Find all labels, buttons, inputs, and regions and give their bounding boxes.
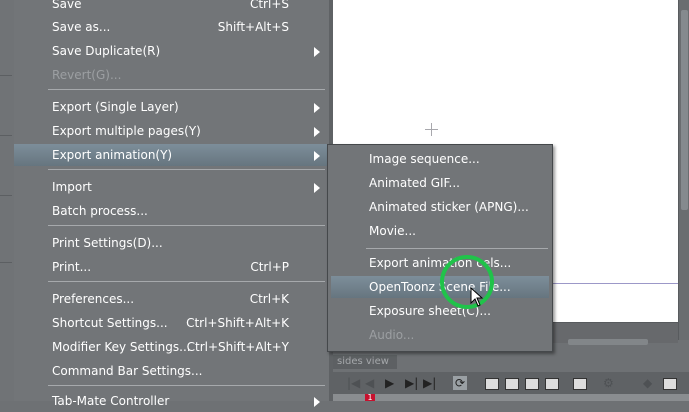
last-frame-icon[interactable]: ▶|: [423, 376, 436, 390]
menu-item-label: Tab-Mate Controller: [52, 394, 170, 408]
file-menu: Save Ctrl+S Save as... Shift+Alt+S Save …: [14, 0, 329, 408]
play-icon[interactable]: ▶: [385, 376, 394, 390]
menu-item-modifier-key-settings[interactable]: Modifier Key Settings... Ctrl+Shift+Alt+…: [14, 336, 329, 358]
loop-icon[interactable]: ⟳: [453, 376, 468, 390]
menu-item-label: Save Duplicate(R): [52, 44, 161, 58]
menu-item-export-multiple-pages[interactable]: Export multiple pages(Y): [14, 120, 329, 142]
menu-item-label: Export (Single Layer): [52, 100, 179, 114]
submenu-item-animated-gif[interactable]: Animated GIF...: [328, 172, 550, 194]
scrollbar-thumb[interactable]: [568, 339, 648, 345]
menu-item-shortcut: Shift+Alt+S: [217, 20, 289, 34]
export-animation-submenu: Image sequence... Animated GIF... Animat…: [327, 144, 553, 352]
diamond-icon[interactable]: ◆: [643, 376, 652, 390]
menu-item-label: Print...: [52, 260, 92, 274]
new-cel-icon[interactable]: [485, 378, 499, 390]
settings-icon[interactable]: ⚙: [603, 376, 614, 390]
timeline-panel-label: sides view: [333, 355, 397, 369]
menu-item-label: Save: [52, 0, 82, 11]
canvas-boundary-line: [533, 283, 678, 284]
submenu-item-exposure-sheet[interactable]: Exposure sheet(C)...: [328, 300, 550, 322]
menu-item-revert: Revert(G)...: [14, 64, 329, 86]
prev-frame-icon[interactable]: ◀: [365, 376, 374, 390]
submenu-item-image-sequence[interactable]: Image sequence...: [328, 148, 550, 170]
menu-item-label: Revert(G)...: [52, 68, 122, 82]
delete-cel-icon[interactable]: [545, 378, 559, 390]
menu-item-save-duplicate[interactable]: Save Duplicate(R): [14, 40, 329, 62]
menu-separator: [48, 281, 325, 282]
menu-separator: [48, 225, 325, 226]
menu-item-label: Command Bar Settings...: [52, 364, 203, 378]
menu-item-import[interactable]: Import: [14, 176, 329, 198]
menu-item-label: Import: [52, 180, 92, 194]
menu-item-save[interactable]: Save Ctrl+S: [14, 0, 329, 15]
menu-item-shortcut: Ctrl+K: [249, 292, 289, 306]
playback-toolbar: |◀ ◀ ▶ ▶| ▶| ⟳ ⚙ ◆: [333, 372, 689, 394]
chevron-right-icon: [314, 151, 320, 161]
menu-item-label: Export animation(Y): [52, 148, 173, 162]
menu-item-shortcut-settings[interactable]: Shortcut Settings... Ctrl+Shift+Alt+K: [14, 312, 329, 334]
first-frame-icon[interactable]: |◀: [347, 376, 360, 390]
canvas-vertical-scrollbar[interactable]: [678, 0, 689, 340]
submenu-item-export-animation-cels[interactable]: Export animation cels...: [328, 252, 550, 274]
menu-item-label: Save as...: [52, 20, 111, 34]
menu-item-preferences[interactable]: Preferences... Ctrl+K: [14, 288, 329, 310]
menu-item-print[interactable]: Print... Ctrl+P: [14, 256, 329, 278]
left-panel-edge: [0, 0, 15, 401]
submenu-item-audio: Audio...: [328, 324, 550, 346]
menu-item-label: Batch process...: [52, 204, 148, 218]
menu-item-shortcut: Ctrl+P: [250, 260, 289, 274]
menu-item-label: Movie...: [369, 224, 416, 238]
menu-item-command-bar-settings[interactable]: Command Bar Settings...: [14, 360, 329, 382]
canvas-center-mark-vertical: [431, 123, 432, 136]
menu-separator: [48, 385, 325, 386]
menu-item-label: Image sequence...: [369, 152, 480, 166]
scrollbar-thumb[interactable]: [681, 10, 688, 210]
submenu-item-movie[interactable]: Movie...: [328, 220, 550, 242]
menu-item-label: Print Settings(D)...: [52, 236, 163, 250]
menu-separator: [366, 248, 548, 249]
menu-item-export-animation[interactable]: Export animation(Y): [14, 144, 329, 166]
menu-item-tab-mate-controller[interactable]: Tab-Mate Controller: [14, 390, 329, 412]
submenu-item-animated-sticker[interactable]: Animated sticker (APNG)...: [328, 196, 550, 218]
cursor-highlight-ring: [440, 255, 494, 309]
menu-item-label: Audio...: [369, 328, 415, 342]
menu-item-shortcut: Ctrl+Shift+Alt+Y: [186, 340, 289, 354]
chevron-right-icon: [314, 103, 320, 113]
menu-item-save-as[interactable]: Save as... Shift+Alt+S: [14, 16, 329, 38]
menu-item-label: Preferences...: [52, 292, 135, 306]
menu-item-label: Shortcut Settings...: [52, 316, 168, 330]
menu-item-print-settings[interactable]: Print Settings(D)...: [14, 232, 329, 254]
chevron-right-icon: [314, 183, 320, 193]
menu-item-export-single-layer[interactable]: Export (Single Layer): [14, 96, 329, 118]
copy-cel-icon[interactable]: [525, 378, 539, 390]
menu-item-label: Export multiple pages(Y): [52, 124, 201, 138]
menu-separator: [48, 89, 325, 90]
pencil-icon[interactable]: [663, 378, 677, 390]
new-animation-cel-icon[interactable]: [505, 378, 519, 390]
chevron-right-icon: [314, 127, 320, 137]
mouse-pointer-icon: [470, 287, 484, 307]
menu-item-batch-process[interactable]: Batch process...: [14, 200, 329, 222]
current-frame-marker[interactable]: 1: [365, 394, 375, 402]
chevron-right-icon: [314, 397, 320, 407]
menu-item-shortcut: Ctrl+Shift+Alt+K: [186, 316, 289, 330]
menu-item-label: Animated sticker (APNG)...: [369, 200, 529, 214]
menu-item-shortcut: Ctrl+S: [249, 0, 289, 11]
timeline-frame-strip[interactable]: [333, 394, 689, 401]
menu-item-label: Modifier Key Settings...: [52, 340, 191, 354]
next-frame-icon[interactable]: ▶|: [405, 376, 418, 390]
onion-skin-icon[interactable]: [573, 378, 587, 390]
menu-item-label: Animated GIF...: [369, 176, 460, 190]
chevron-right-icon: [314, 47, 320, 57]
menu-separator: [48, 169, 325, 170]
